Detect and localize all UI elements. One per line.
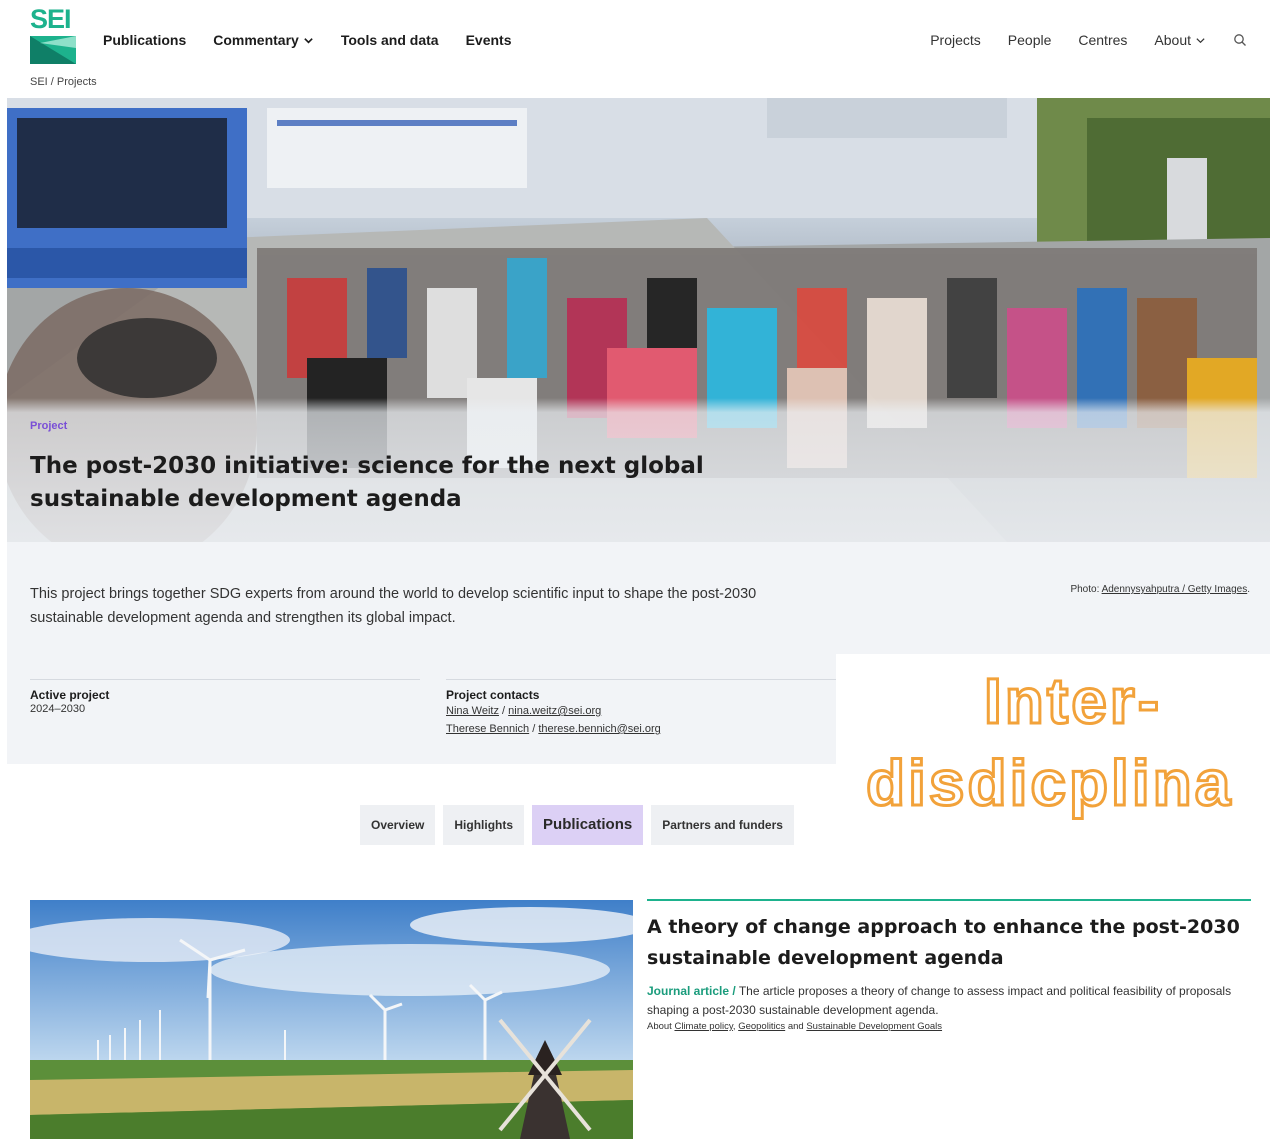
search-button[interactable] xyxy=(1233,33,1247,47)
tab-overview[interactable]: Overview xyxy=(360,805,436,845)
nav-label: People xyxy=(1007,32,1052,48)
nav-label: Commentary xyxy=(213,32,299,48)
publication-type: Journal article / xyxy=(647,984,736,998)
project-summary: This project brings together SDG experts… xyxy=(30,586,757,626)
nav-centres[interactable]: Centres xyxy=(1078,32,1127,48)
photo-credit: Photo: Adennysyahputra / Getty Images. xyxy=(1070,584,1250,595)
secondary-nav: Projects People Centres About xyxy=(930,32,1247,48)
wind-farm-photo xyxy=(30,900,633,1139)
chevron-down-icon xyxy=(304,37,313,44)
contact-email-link[interactable]: therese.bennich@sei.org xyxy=(538,723,660,735)
photo-credit-link[interactable]: Adennysyahputra / Getty Images xyxy=(1102,584,1248,595)
chevron-down-icon xyxy=(1196,37,1205,43)
tab-publications[interactable]: Publications xyxy=(532,805,644,845)
hero-title-card: Project The post-2030 initiative: scienc… xyxy=(7,398,1270,542)
project-contacts: Project contacts Nina Weitz / nina.weitz… xyxy=(446,679,836,738)
logo-text: SEI xyxy=(30,4,72,34)
breadcrumb[interactable]: SEI / Projects xyxy=(30,76,97,88)
logo-flag-icon xyxy=(30,36,76,64)
intro-panel-right: Photo: Adennysyahputra / Getty Images. xyxy=(836,542,1270,654)
topic-link[interactable]: Geopolitics xyxy=(738,1021,785,1032)
tab-highlights[interactable]: Highlights xyxy=(443,805,525,845)
site-header: SEI Publications Commentary Tools and da… xyxy=(0,0,1275,98)
project-status: Active project 2024–2030 xyxy=(30,679,420,715)
contacts-label: Project contacts xyxy=(446,688,540,702)
contact-name-link[interactable]: Therese Bennich xyxy=(446,723,529,735)
page-title: The post-2030 initiative: science for th… xyxy=(30,453,704,512)
publication-thumbnail[interactable] xyxy=(30,900,633,1139)
nav-tools-and-data[interactable]: Tools and data xyxy=(341,32,439,48)
search-icon xyxy=(1234,34,1246,46)
hero-banner: Project The post-2030 initiative: scienc… xyxy=(7,98,1270,542)
nav-label: Tools and data xyxy=(340,32,439,48)
topics-prefix: About xyxy=(647,1021,672,1032)
contact-row: Nina Weitz / nina.weitz@sei.org xyxy=(446,702,836,720)
nav-projects[interactable]: Projects xyxy=(930,32,981,48)
topics-and: and xyxy=(787,1021,804,1032)
nav-label: About xyxy=(1154,32,1191,48)
primary-nav: Publications Commentary Tools and data E… xyxy=(103,32,512,48)
overlay-line-1: Inter- xyxy=(983,664,1162,739)
tab-partners-and-funders[interactable]: Partners and funders xyxy=(651,805,794,845)
publication-card: A theory of change approach to enhance t… xyxy=(647,899,1251,1034)
contact-separator: / xyxy=(498,705,509,717)
publication-description: Journal article / The article proposes a… xyxy=(647,982,1251,1020)
contact-row: Therese Bennich / therese.bennich@sei.or… xyxy=(446,720,836,738)
overlay-line-2: disdicplina xyxy=(864,746,1234,821)
sei-logo[interactable]: SEI xyxy=(30,4,80,64)
status-label: Active project xyxy=(30,688,110,702)
nav-label: Projects xyxy=(930,32,981,48)
nav-people[interactable]: People xyxy=(1008,32,1052,48)
contact-email-link[interactable]: nina.weitz@sei.org xyxy=(508,705,601,717)
contact-separator: / xyxy=(529,723,539,735)
nav-events[interactable]: Events xyxy=(466,32,512,48)
contact-name-link[interactable]: Nina Weitz xyxy=(446,705,499,717)
topic-link[interactable]: Sustainable Development Goals xyxy=(806,1021,942,1032)
nav-label: Centres xyxy=(1078,32,1128,48)
nav-commentary[interactable]: Commentary xyxy=(213,32,314,48)
status-dates: 2024–2030 xyxy=(30,703,86,715)
nav-label: Publications xyxy=(103,32,187,48)
publication-title[interactable]: A theory of change approach to enhance t… xyxy=(647,912,1251,974)
nav-label: Events xyxy=(465,32,512,48)
publication-topics: About Climate policy, Geopolitics and Su… xyxy=(647,1020,1251,1034)
content-type-label: Project xyxy=(30,420,68,432)
nav-about[interactable]: About xyxy=(1154,32,1206,48)
credit-prefix: Photo: xyxy=(1070,584,1102,595)
section-tabs: Overview Highlights Publications Partner… xyxy=(360,805,794,845)
credit-suffix: . xyxy=(1247,584,1250,595)
topic-link[interactable]: Climate policy xyxy=(674,1021,732,1032)
intro-panel: This project brings together SDG experts… xyxy=(7,542,836,764)
overlay-word-art: Inter- Inter- disdicplina disdicplina xyxy=(836,654,1275,864)
nav-publications[interactable]: Publications xyxy=(103,32,186,48)
